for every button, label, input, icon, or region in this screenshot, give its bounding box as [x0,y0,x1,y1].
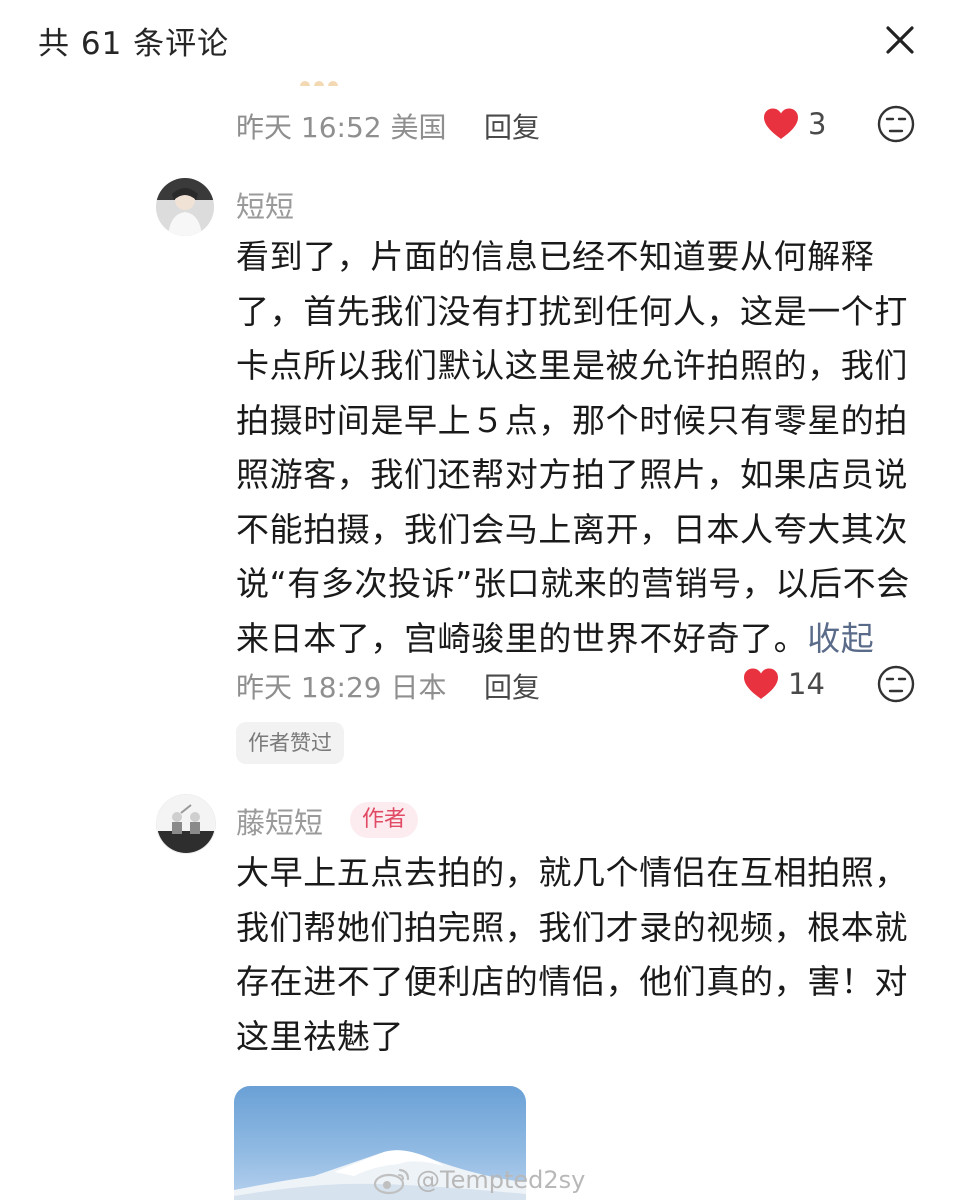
comment-time-location: 昨天 16:52 美国 [236,111,447,144]
collapse-link[interactable]: 收起 [807,619,874,658]
weibo-icon [373,1168,410,1195]
comment-username[interactable]: 藤短短 [236,800,323,842]
comment-time-location: 昨天 18:29 日本 [236,671,447,704]
comment-meta-row: 昨天 16:52 美国 回复 3 [236,102,926,146]
like-button[interactable]: 14 [742,662,825,706]
watermark-handle: @Tempted2sy [416,1166,586,1194]
dislike-button[interactable] [876,664,916,704]
comments-header: 共 61 条评论 [0,0,955,78]
avatar[interactable] [156,794,216,854]
close-button[interactable] [880,20,920,60]
dislike-button[interactable] [876,104,916,144]
dislike-face-icon [877,665,915,703]
avatar[interactable] [156,178,214,236]
heart-icon [744,668,778,699]
avatar-image [156,178,214,236]
previous-comment-emoji-remnant [300,76,360,86]
avatar-image [157,795,215,853]
comment-text: 看到了，片面的信息已经不知道要从何解释了，首先我们没有打扰到任何人，这是一个打卡… [236,230,926,666]
like-count: 3 [808,107,827,141]
comment-text: 大早上五点去拍的，就几个情侣在互相拍照，我们帮她们拍完照，我们才录的视频，根本就… [236,853,908,1056]
reply-button[interactable]: 回复 [484,106,540,146]
heart-icon [764,108,798,139]
author-badge: 作者 [350,802,419,838]
comment-meta-row: 昨天 18:29 日本 回复 14 [236,662,926,706]
comment-username[interactable]: 短短 [236,184,294,226]
dislike-face-icon [877,105,915,143]
like-count: 14 [788,667,825,701]
comments-count-title: 共 61 条评论 [38,26,230,62]
weibo-watermark: @Tempted2sy [372,1160,585,1200]
close-icon [886,26,914,54]
comment-body: 看到了，片面的信息已经不知道要从何解释了，首先我们没有打扰到任何人，这是一个打卡… [236,237,910,658]
author-liked-badge: 作者赞过 [236,722,344,764]
reply-button[interactable]: 回复 [484,666,540,706]
like-button[interactable]: 3 [762,102,826,146]
